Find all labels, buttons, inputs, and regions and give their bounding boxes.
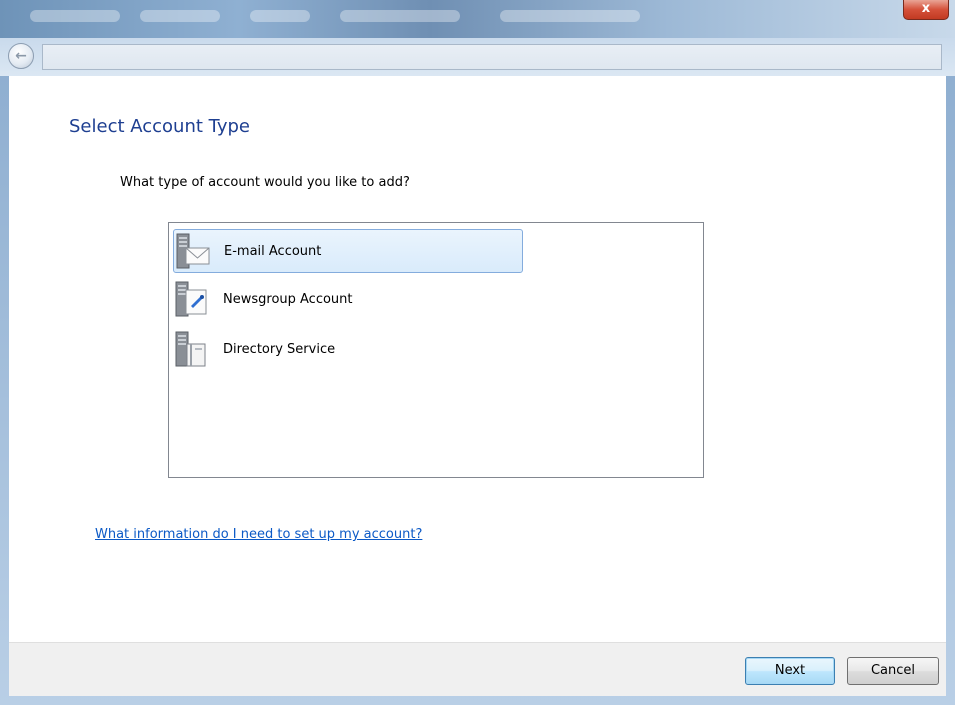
setup-info-link[interactable]: What information do I need to set up my … [95,527,422,542]
list-item-label: Newsgroup Account [223,291,353,307]
newsgroup-account-icon [173,280,211,318]
cancel-button[interactable]: Cancel [847,657,939,685]
title-text-blurred [250,10,310,22]
close-button[interactable]: x [903,0,949,20]
directory-service-icon [173,330,211,368]
back-button[interactable]: ← [8,43,34,69]
list-item-label: E-mail Account [224,243,322,259]
page-title: Select Account Type [69,116,250,137]
wizard-window: x ← Select Account Type What type of acc… [0,0,955,705]
account-type-prompt: What type of account would you like to a… [120,175,410,190]
list-item-newsgroup-account[interactable]: Newsgroup Account [173,277,523,321]
list-item-directory-service[interactable]: Directory Service [173,327,523,371]
list-item-label: Directory Service [223,341,336,357]
title-text-blurred [340,10,460,22]
email-account-icon [174,232,212,270]
title-bar: x [0,0,955,38]
close-icon: x [921,1,931,16]
next-button[interactable]: Next [745,657,835,685]
navigation-bar: ← [0,38,955,76]
back-arrow-icon: ← [15,48,27,64]
title-text-blurred [500,10,640,22]
wizard-content: Select Account Type What type of account… [9,76,946,642]
title-text-blurred [140,10,220,22]
account-type-list[interactable]: E-mail Account Newsgroup Account Directo… [168,222,704,478]
list-item-email-account[interactable]: E-mail Account [173,229,523,273]
title-text-blurred [30,10,120,22]
button-bar: Next Cancel [9,642,946,696]
address-bar [42,44,942,70]
